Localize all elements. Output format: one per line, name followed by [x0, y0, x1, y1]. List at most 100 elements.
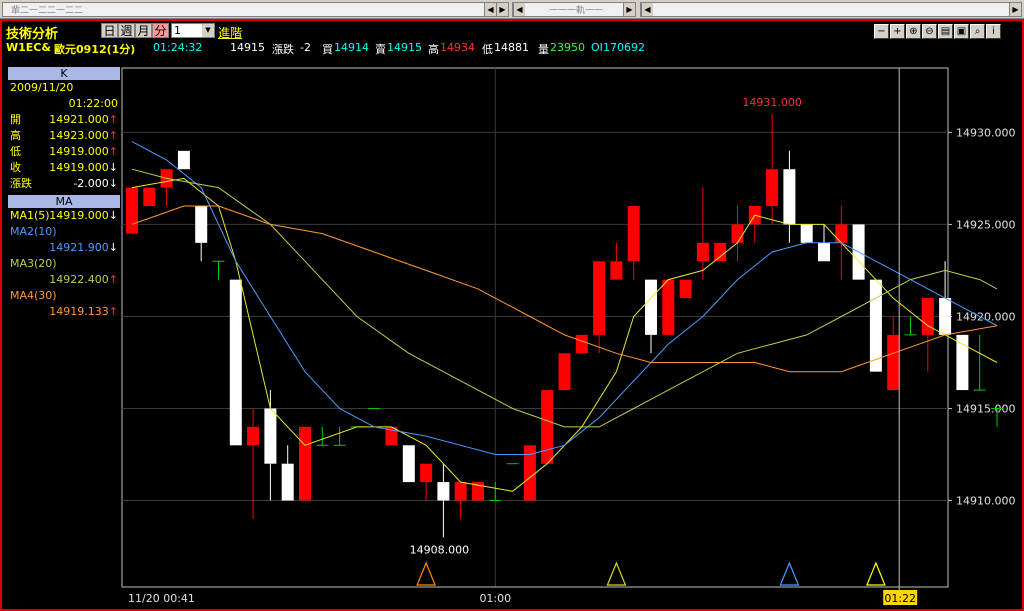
- down-arrow-icon: ↓: [108, 241, 118, 254]
- candle-body: [558, 353, 571, 391]
- up-arrow-icon: ↑: [108, 113, 118, 126]
- scroll-left-icon[interactable]: ◀: [641, 3, 653, 16]
- quote-last: 14915: [230, 41, 265, 54]
- open-label: 開: [10, 113, 21, 126]
- candlestick-chart[interactable]: 14910.000 14915.000 14920.000 14925.000 1493…: [120, 67, 1022, 607]
- high-row: 高 14923.000↑: [8, 128, 120, 144]
- scrollbar-left[interactable]: 軰二一二二一二二 ◀ ▶: [2, 2, 509, 17]
- bid-label: 買: [322, 43, 333, 56]
- k-header: K: [8, 67, 120, 80]
- ma2-label: MA2(10): [10, 225, 57, 238]
- scroll-right-icon[interactable]: ▶: [1009, 3, 1021, 16]
- down-arrow-icon: ↓: [108, 209, 118, 222]
- search-icon[interactable]: ⌕: [970, 24, 985, 39]
- candle-body: [956, 334, 969, 391]
- up-arrow-icon: ↑: [108, 305, 118, 318]
- scrollbar-right[interactable]: ◀ ▶: [640, 2, 1022, 17]
- ma4-value: 14919.133: [49, 305, 109, 318]
- timeframe-day-button[interactable]: 日: [101, 23, 118, 38]
- plus-icon[interactable]: +: [890, 24, 905, 39]
- timeframe-minute-button[interactable]: 分: [152, 23, 169, 38]
- low-value: 14881: [494, 41, 529, 54]
- scroll-left-icon[interactable]: ◀: [484, 3, 496, 16]
- x-label-start: 11/20 00:41: [128, 592, 195, 605]
- candle-body: [402, 445, 415, 483]
- candle: [177, 150, 190, 170]
- ma2-value-row: 14921.900↓: [8, 240, 120, 256]
- ma3-value: 14922.400: [49, 273, 109, 286]
- low-label: 低: [10, 145, 21, 158]
- scroll-right-icon[interactable]: ▶: [623, 3, 635, 16]
- candle-body: [575, 334, 588, 354]
- candle: [679, 279, 692, 299]
- y-tick-label: 14915.000: [956, 402, 1016, 415]
- zoom-in-icon[interactable]: ⊕: [906, 24, 921, 39]
- ma4-value-row: 14919.133↑: [8, 304, 120, 320]
- save-icon[interactable]: ▣: [954, 24, 969, 39]
- candle: [229, 279, 242, 446]
- candle: [973, 334, 986, 391]
- oi-label: OI: [591, 41, 603, 54]
- volume-value: 23950: [550, 41, 585, 54]
- y-tick-label: 14920.000: [956, 310, 1016, 323]
- symbol-name: 歐元0912(1分): [54, 43, 136, 56]
- top-scroll-strip: 軰二一二二一二二 ◀ ▶ ◀ 一一一軌一一 ▶ ◀ ▶: [0, 0, 1024, 19]
- candle-body: [195, 206, 208, 243]
- open-value: 14921.000: [49, 113, 109, 126]
- high-label: 高: [10, 129, 21, 142]
- high-value: 14934: [440, 41, 475, 54]
- candle-body: [645, 279, 657, 335]
- candle-body: [939, 298, 952, 335]
- candle-body: [766, 169, 779, 207]
- bar-time-text: 01:22:00: [68, 97, 118, 110]
- candle: [714, 242, 727, 262]
- candle-body: [921, 298, 934, 335]
- down-arrow-icon: ↓: [108, 161, 118, 174]
- ma1-value: 14919.000: [49, 209, 109, 222]
- scroll-right-icon[interactable]: ▶: [496, 3, 508, 16]
- ma-header: MA: [8, 195, 120, 208]
- scroll-fragment-text: 一一一軌一一: [549, 6, 604, 16]
- candle: [956, 334, 969, 391]
- close-value: 14919.000: [49, 161, 109, 174]
- low-annotation: 14908.000: [410, 543, 470, 556]
- bar-date-text: 2009/11/20: [10, 81, 74, 94]
- scrollbar-middle[interactable]: ◀ 一一一軌一一 ▶: [512, 2, 636, 17]
- candle-body: [887, 334, 900, 391]
- volume-label: 量: [538, 43, 549, 56]
- ma2-value: 14921.900: [49, 241, 109, 254]
- candle: [575, 334, 588, 354]
- advanced-link[interactable]: 進階: [218, 24, 242, 41]
- change-row: 漲跌 -2.000↓: [8, 176, 120, 192]
- high-annotation: 14931.000: [742, 96, 802, 109]
- zoom-out-icon[interactable]: ⊖: [922, 24, 937, 39]
- candle-body: [541, 390, 554, 464]
- ma4-label: MA4(30): [10, 289, 57, 302]
- candle: [800, 224, 813, 243]
- candle-body: [783, 169, 796, 225]
- candle-body: [731, 224, 744, 243]
- x-label-cursor: 01:22: [884, 592, 916, 605]
- y-tick-label: 14930.000: [956, 126, 1016, 139]
- candle: [541, 390, 554, 464]
- scroll-fragment-text: 軰二一二二一二二: [11, 6, 84, 16]
- down-arrow-icon: ↓: [108, 177, 118, 190]
- candle-body: [264, 408, 277, 464]
- candle-body: [143, 187, 156, 207]
- info-icon[interactable]: i: [986, 24, 1001, 39]
- quote-bar: W1EC& 歐元0912(1分) 01:24:32 14915 漲跌 -2 買 …: [2, 40, 1022, 56]
- candle-body: [454, 482, 467, 501]
- minus-icon[interactable]: −: [874, 24, 889, 39]
- scroll-left-icon[interactable]: ◀: [513, 3, 525, 16]
- ma3-label: MA3(20): [10, 257, 57, 270]
- oi-value: 170692: [603, 41, 645, 54]
- timeframe-week-button[interactable]: 週: [118, 23, 135, 38]
- timeframe-month-button[interactable]: 月: [135, 23, 152, 38]
- up-arrow-icon: ↑: [108, 129, 118, 142]
- chevron-down-icon[interactable]: ▼: [202, 24, 214, 37]
- candle: [143, 187, 156, 207]
- candle-body: [593, 261, 606, 335]
- window-icon[interactable]: ▤: [938, 24, 953, 39]
- candle-body: [299, 426, 311, 501]
- interval-select[interactable]: 1 ▼: [171, 23, 215, 38]
